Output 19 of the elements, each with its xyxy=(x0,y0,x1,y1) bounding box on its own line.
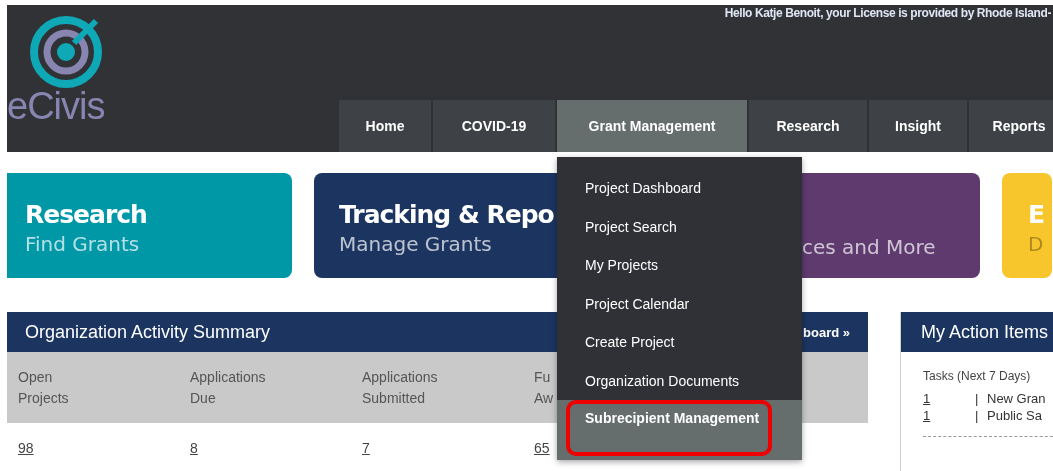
task-label: New Gran xyxy=(987,390,1046,407)
greeting-text: Hello Katje Benoit, your License is provided by Rhode Island- xyxy=(724,6,1051,20)
card-subtitle: ces and More xyxy=(802,235,937,259)
column-header: Fu Aw xyxy=(534,367,554,408)
logo-text: eCivis xyxy=(7,85,105,128)
card-title: Research xyxy=(25,200,148,229)
card-subtitle: Manage Grants xyxy=(339,232,493,256)
panel-title: Organization Activity Summary xyxy=(25,321,271,343)
tasks-subtitle: Tasks (Next 7 Days) xyxy=(923,369,1032,383)
card-title: E xyxy=(1028,200,1046,229)
column-header: Open Projects xyxy=(18,367,69,408)
panel-title: My Action Items xyxy=(921,321,1049,343)
task-label: Public Sa xyxy=(987,407,1042,424)
card-subtitle: Find Grants xyxy=(25,232,141,256)
separator-text: | xyxy=(975,407,980,424)
card-subtitle: D xyxy=(1028,232,1045,256)
separator-text: | xyxy=(975,390,980,407)
column-header: Applications Due xyxy=(190,367,266,408)
column-header: Applications Submitted xyxy=(362,367,438,408)
